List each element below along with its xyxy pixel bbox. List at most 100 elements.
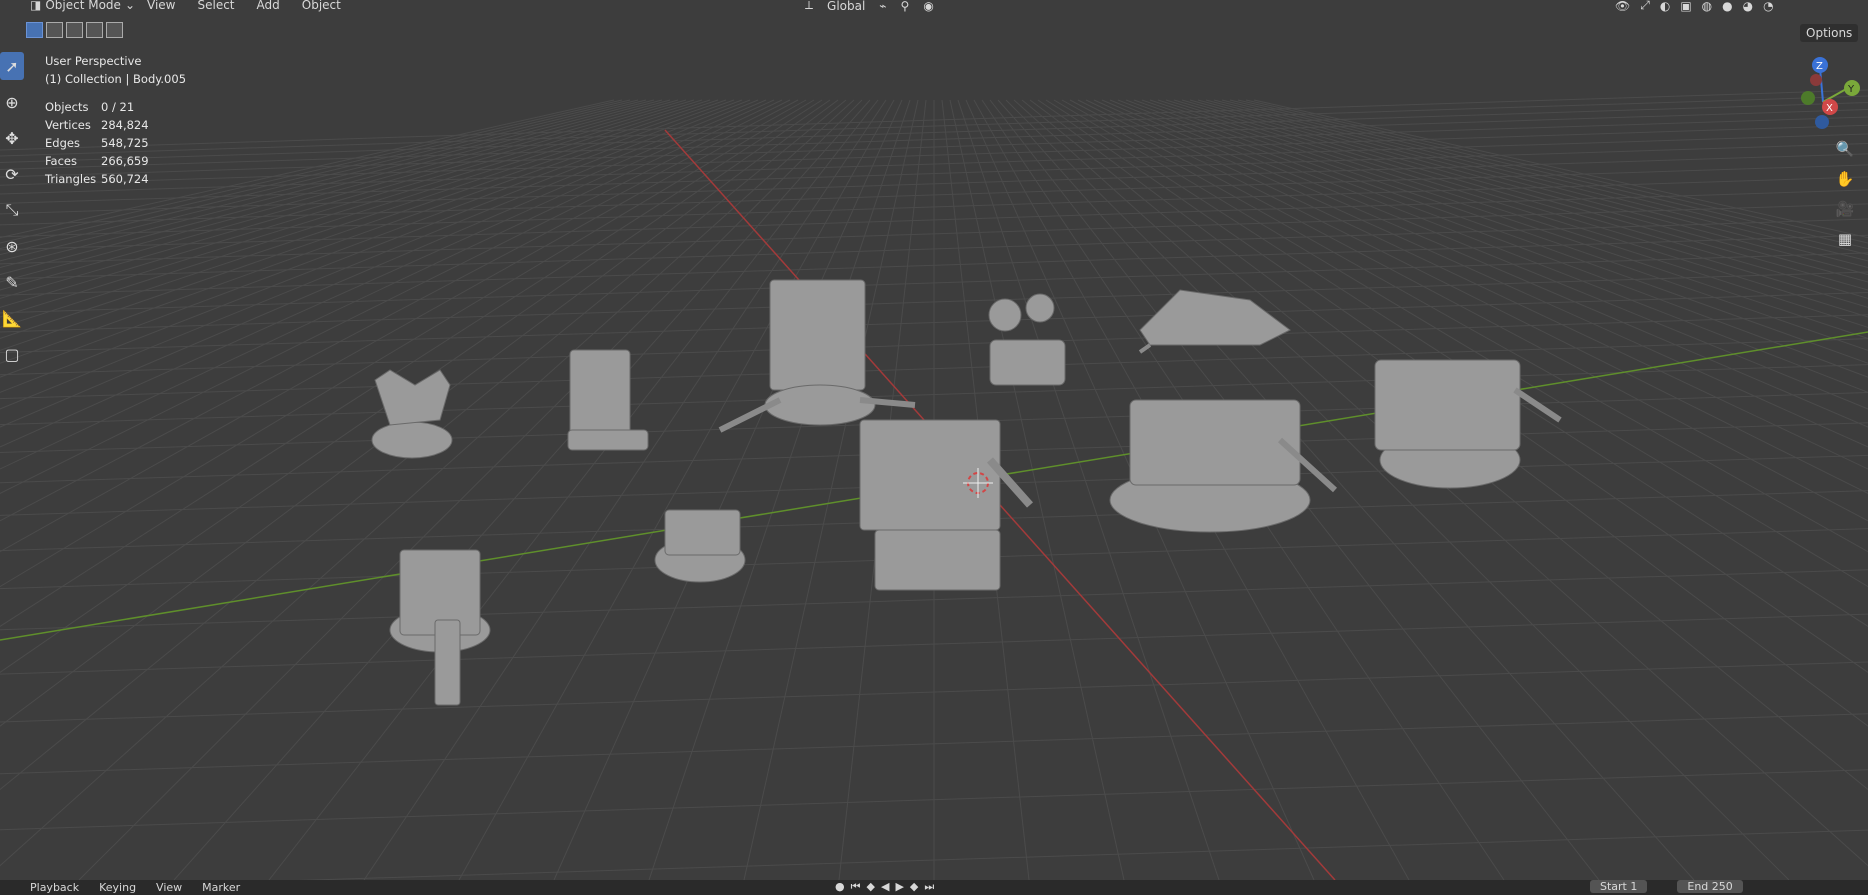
- start-frame-field[interactable]: Start 1: [1590, 880, 1648, 893]
- scale-icon[interactable]: ⤡: [0, 196, 24, 224]
- turret-model-9[interactable]: [654, 509, 746, 583]
- grid-line: [1229, 99, 1868, 256]
- y-axis-label: Y: [1847, 84, 1855, 95]
- viewport-grid: [0, 89, 1868, 880]
- jump-start-icon[interactable]: ⏮: [851, 880, 861, 894]
- visibility-icon[interactable]: 👁: [1615, 0, 1630, 13]
- options-button[interactable]: Options: [1800, 24, 1859, 42]
- header-menu: View Select Add Object: [147, 0, 341, 12]
- orientation-icon: ⟂: [805, 0, 814, 12]
- grid-line: [0, 99, 783, 470]
- wireframe-shading-icon[interactable]: ◍: [1702, 0, 1712, 13]
- turret-model-10[interactable]: [389, 549, 491, 706]
- stat-row: Faces 266,659: [45, 152, 149, 170]
- turret-model-3[interactable]: [718, 279, 916, 433]
- grid-line: [0, 99, 807, 553]
- material-shading-icon[interactable]: ◕: [1743, 0, 1753, 13]
- turret-model-5[interactable]: [1138, 289, 1291, 354]
- grid-line: [0, 99, 711, 328]
- select-intersect-icon[interactable]: [106, 22, 123, 38]
- prev-key-icon[interactable]: ◆: [867, 880, 875, 894]
- neg-z-axis-handle: [1815, 115, 1829, 129]
- mode-selector[interactable]: ◨ Object Mode ⌄: [30, 0, 135, 12]
- camera-icon[interactable]: 🎥: [1832, 196, 1858, 222]
- measure-icon[interactable]: 📐: [0, 304, 24, 332]
- viewport-header: ◨ Object Mode ⌄ View Select Add Object ⟂…: [0, 0, 1868, 14]
- orientation-label: Global: [827, 0, 866, 13]
- navigation-gizmo[interactable]: Z Y X: [1778, 50, 1868, 140]
- snap-icon[interactable]: ⚲: [901, 0, 910, 13]
- turret-model-6[interactable]: [1109, 399, 1338, 533]
- stat-label: Faces: [45, 154, 77, 168]
- menu-playback[interactable]: Playback: [30, 881, 79, 894]
- move-icon[interactable]: ✥: [0, 124, 24, 152]
- stat-value: 548,725: [101, 136, 149, 150]
- grid-line: [0, 99, 639, 256]
- turret-model-4[interactable]: [988, 293, 1066, 386]
- stat-row: Vertices 284,824: [45, 116, 149, 134]
- select-box-icon[interactable]: ➚: [0, 52, 24, 80]
- menu-view[interactable]: View: [147, 0, 175, 12]
- neg-x-axis-handle: [1810, 74, 1822, 86]
- playback-controls: ● ⏮ ◆ ◀ ▶ ◆ ⏭: [835, 880, 934, 894]
- grid-line: [173, 99, 871, 880]
- overlay-icon[interactable]: ◐: [1660, 0, 1670, 13]
- end-label: End: [1687, 880, 1709, 893]
- rotate-icon[interactable]: ⟳: [0, 160, 24, 188]
- turret-model-7[interactable]: [1374, 359, 1562, 489]
- end-value: 250: [1711, 880, 1733, 893]
- stat-value: 284,824: [101, 118, 149, 132]
- play-reverse-icon[interactable]: ◀: [881, 880, 889, 894]
- solid-shading-icon[interactable]: ●: [1722, 0, 1732, 13]
- annotate-icon[interactable]: ✎: [0, 268, 24, 296]
- transform-icon[interactable]: ⊛: [0, 232, 24, 260]
- neg-y-axis-handle: [1801, 91, 1815, 105]
- 3d-viewport[interactable]: [0, 0, 1868, 880]
- stat-label: Objects: [45, 100, 89, 114]
- turret-model-2[interactable]: [567, 349, 649, 451]
- record-icon[interactable]: ●: [835, 880, 845, 894]
- jump-end-icon[interactable]: ⏭: [924, 880, 934, 894]
- proportional-edit-icon[interactable]: ◉: [923, 0, 933, 13]
- ortho-grid-icon[interactable]: ▦: [1832, 226, 1858, 252]
- stat-value: 266,659: [101, 154, 149, 168]
- end-frame-field[interactable]: End 250: [1677, 880, 1743, 893]
- select-subtract-icon[interactable]: [66, 22, 83, 38]
- add-cube-icon[interactable]: ▢: [0, 340, 24, 368]
- turret-model-8[interactable]: [859, 419, 1033, 591]
- hand-pan-icon[interactable]: ✋: [1832, 166, 1858, 192]
- zoom-icon[interactable]: 🔍: [1832, 136, 1858, 162]
- xray-icon[interactable]: ▣: [1680, 0, 1691, 13]
- start-label: Start: [1600, 880, 1627, 893]
- select-new-icon[interactable]: [26, 22, 43, 38]
- menu-marker[interactable]: Marker: [202, 881, 240, 894]
- grid-line: [0, 99, 791, 495]
- frame-range: Start 1 End 250: [1590, 880, 1743, 893]
- pivot-icon[interactable]: ⌁: [879, 0, 886, 13]
- select-invert-icon[interactable]: [86, 22, 103, 38]
- stat-value: 560,724: [101, 172, 149, 186]
- play-icon[interactable]: ▶: [895, 880, 903, 894]
- menu-object[interactable]: Object: [302, 0, 341, 12]
- turret-model-1[interactable]: [371, 369, 453, 459]
- menu-keying[interactable]: Keying: [99, 881, 136, 894]
- menu-select[interactable]: Select: [197, 0, 234, 12]
- transform-orientation[interactable]: ⟂ Global ⌁ ⚲ ◉: [805, 0, 934, 13]
- grid-line: [997, 99, 1695, 880]
- stat-label: Vertices: [45, 118, 91, 132]
- select-extend-icon[interactable]: [46, 22, 63, 38]
- next-key-icon[interactable]: ◆: [910, 880, 918, 894]
- grid-line: [0, 99, 799, 522]
- grid-line: [0, 99, 855, 867]
- gizmo-toggle-icon[interactable]: ⤢: [1640, 0, 1650, 13]
- grid-line: [458, 99, 895, 880]
- viewport-info: User Perspective (1) Collection | Body.0…: [45, 52, 186, 88]
- menu-add[interactable]: Add: [257, 0, 280, 12]
- cursor-icon[interactable]: ⊕: [0, 88, 24, 116]
- rendered-shading-icon[interactable]: ◔: [1763, 0, 1773, 13]
- menu-timeline-view[interactable]: View: [156, 881, 182, 894]
- stat-row: Triangles 560,724: [45, 170, 149, 188]
- tool-shelf: ➚ ⊕ ✥ ⟳ ⤡ ⊛ ✎ 📐 ▢: [0, 52, 26, 376]
- z-axis-label: Z: [1816, 61, 1823, 72]
- stat-label: Triangles: [45, 172, 97, 186]
